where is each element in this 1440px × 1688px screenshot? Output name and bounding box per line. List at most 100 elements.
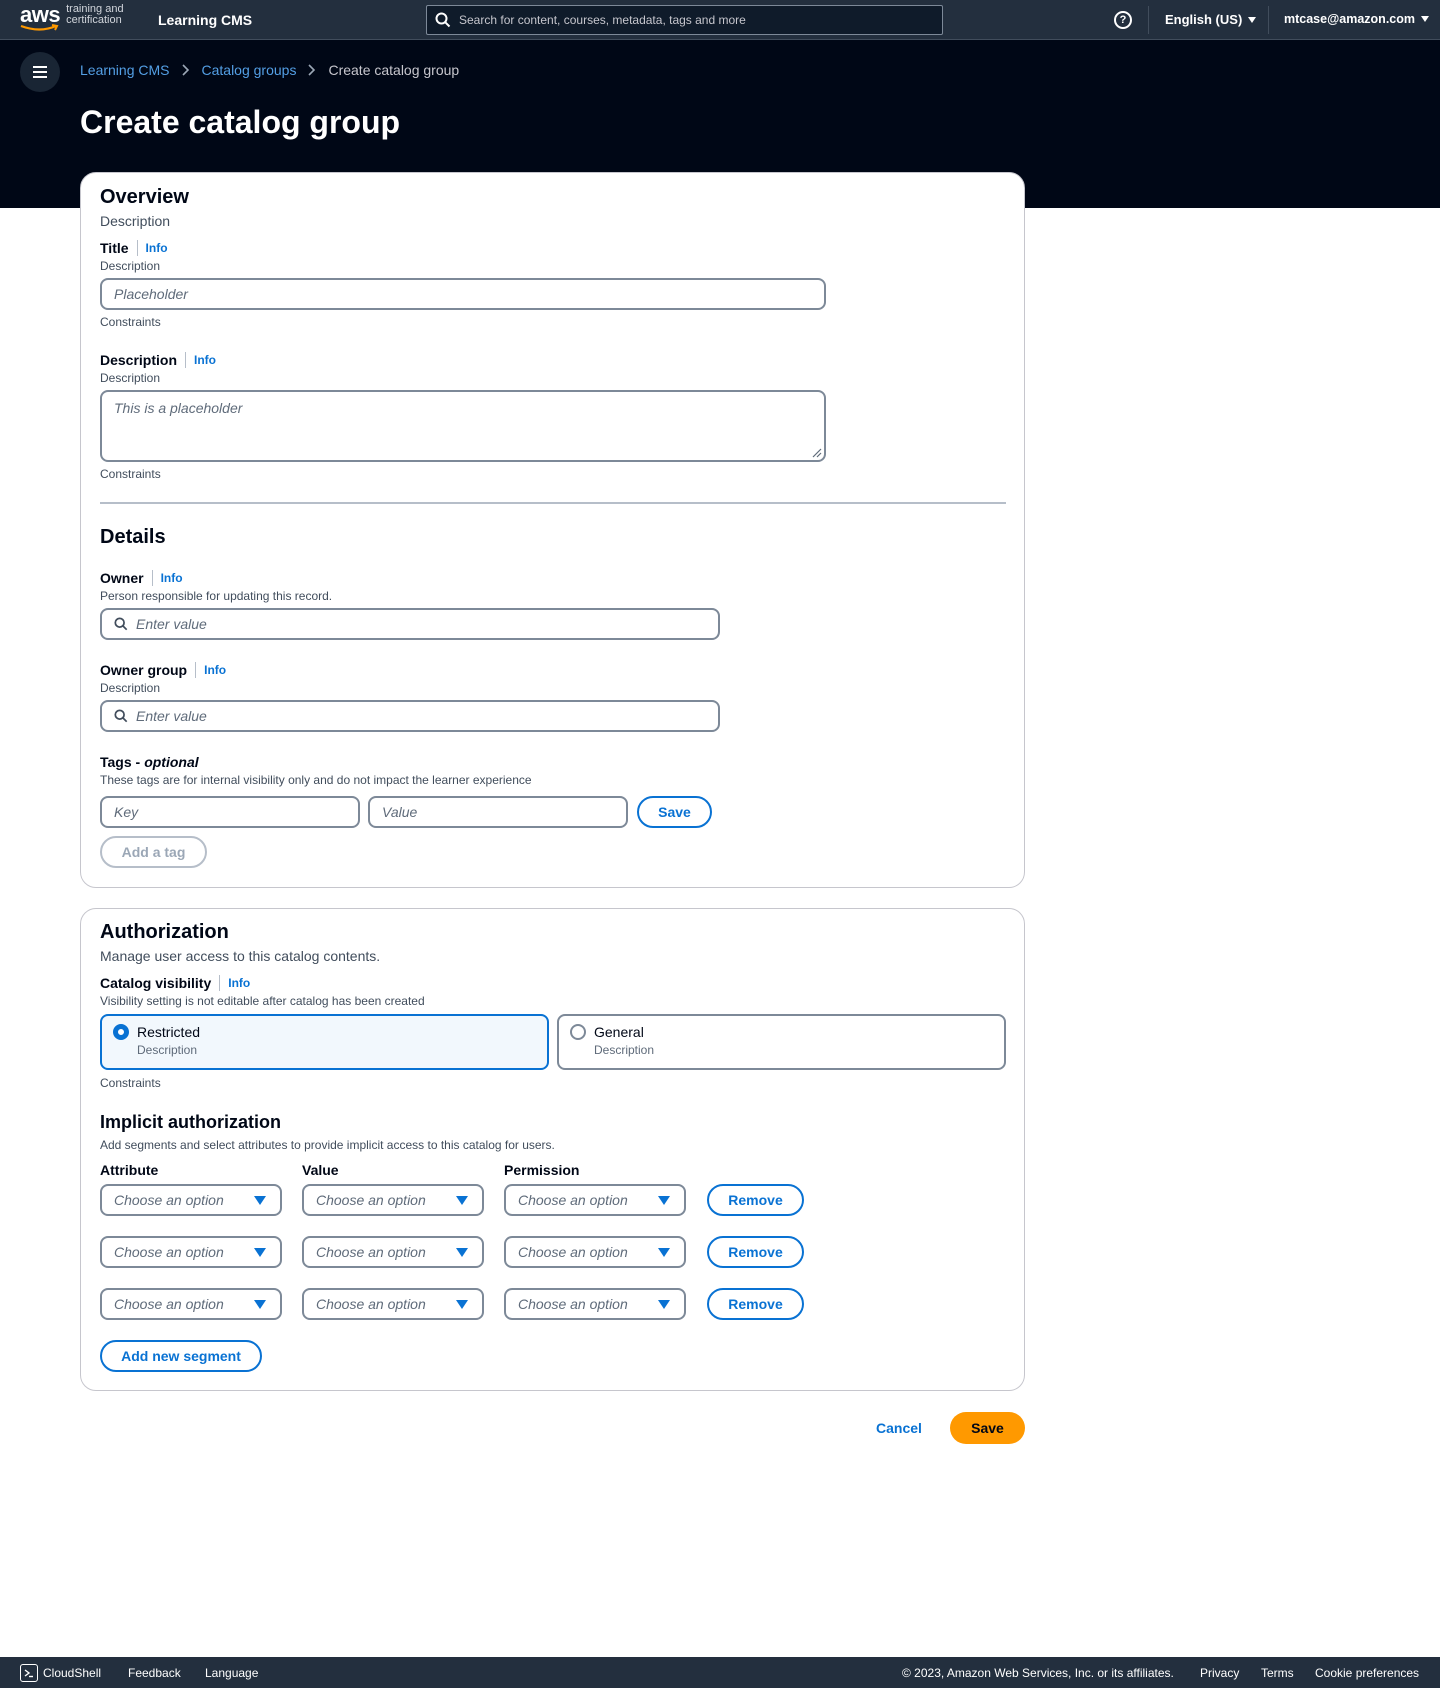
value-select[interactable]: Choose an option: [302, 1236, 484, 1268]
search-icon: [435, 12, 451, 28]
breadcrumb-current: Create catalog group: [328, 62, 460, 78]
search-input[interactable]: [459, 13, 899, 27]
section-divider: [100, 502, 1006, 504]
overview-heading: Overview: [100, 186, 189, 208]
chevron-right-icon: [308, 64, 316, 76]
owner-search-field[interactable]: [100, 608, 720, 640]
add-tag-button[interactable]: Add a tag: [100, 836, 207, 868]
authorization-heading: Authorization: [100, 921, 229, 943]
page-title: Create catalog group: [80, 104, 401, 140]
catalog-visibility-description: Visibility setting is not editable after…: [100, 994, 425, 1008]
user-menu[interactable]: mtcase@amazon.com: [1284, 12, 1429, 26]
permission-select[interactable]: Choose an option: [504, 1288, 686, 1320]
description-info-link[interactable]: Info: [185, 352, 216, 368]
description-field[interactable]: [100, 390, 826, 462]
owner-description: Person responsible for updating this rec…: [100, 589, 333, 603]
copyright-text: © 2023, Amazon Web Services, Inc. or its…: [902, 1666, 1174, 1680]
breadcrumb-link-catalog-groups[interactable]: Catalog groups: [202, 62, 297, 78]
caret-down-icon: [658, 1300, 670, 1309]
caret-down-icon: [1248, 16, 1257, 23]
title-field[interactable]: [100, 278, 826, 310]
tags-description: These tags are for internal visibility o…: [100, 773, 532, 787]
add-new-segment-button[interactable]: Add new segment: [100, 1340, 262, 1372]
implicit-authorization-description: Add segments and select attributes to pr…: [100, 1138, 555, 1152]
language-label: English (US): [1165, 12, 1243, 27]
remove-segment-button[interactable]: Remove: [707, 1236, 804, 1268]
value-select[interactable]: Choose an option: [302, 1288, 484, 1320]
owner-group-info-link[interactable]: Info: [195, 662, 226, 678]
tag-key-field[interactable]: [100, 796, 360, 828]
remove-segment-button[interactable]: Remove: [707, 1184, 804, 1216]
privacy-link[interactable]: Privacy: [1200, 1666, 1239, 1680]
nav-divider: [1148, 6, 1149, 34]
cookie-preferences-link[interactable]: Cookie preferences: [1315, 1666, 1419, 1680]
value-select[interactable]: Choose an option: [302, 1184, 484, 1216]
aws-smile-icon: [20, 24, 59, 31]
terms-link[interactable]: Terms: [1261, 1666, 1294, 1680]
description-label: Description Info: [100, 352, 216, 368]
top-navigation: aws training and certification Learning …: [0, 0, 1440, 40]
resize-handle-icon[interactable]: [812, 448, 822, 458]
general-label: General: [594, 1024, 644, 1040]
attribute-select[interactable]: Choose an option: [100, 1184, 282, 1216]
caret-down-icon: [658, 1248, 670, 1257]
breadcrumb-link-learning-cms[interactable]: Learning CMS: [80, 62, 170, 78]
authorization-container: Authorization Manage user access to this…: [80, 908, 1025, 1391]
cloudshell-icon[interactable]: [20, 1664, 38, 1682]
search-icon: [114, 709, 128, 723]
remove-segment-button[interactable]: Remove: [707, 1288, 804, 1320]
nav-divider: [1268, 6, 1269, 34]
description-label-text: Description: [100, 352, 178, 368]
owner-label: Owner Info: [100, 570, 183, 586]
column-attribute: Attribute: [100, 1162, 159, 1178]
app-name[interactable]: Learning CMS: [158, 12, 252, 28]
title-info-link[interactable]: Info: [136, 240, 168, 256]
catalog-visibility-info-link[interactable]: Info: [219, 975, 250, 991]
cancel-button[interactable]: Cancel: [864, 1412, 934, 1444]
permission-select[interactable]: Choose an option: [504, 1236, 686, 1268]
permission-select[interactable]: Choose an option: [504, 1184, 686, 1216]
visibility-tile-restricted[interactable]: Restricted Description: [100, 1014, 549, 1070]
owner-group-label-text: Owner group: [100, 662, 188, 678]
language-menu[interactable]: English (US): [1165, 12, 1257, 27]
caret-down-icon: [456, 1300, 468, 1309]
caret-down-icon: [456, 1248, 468, 1257]
tag-value-field[interactable]: [368, 796, 628, 828]
description-help: Description: [100, 371, 161, 385]
language-link[interactable]: Language: [205, 1666, 258, 1680]
title-label-text: Title: [100, 240, 129, 256]
tag-key-input[interactable]: [114, 804, 358, 820]
radio-restricted[interactable]: [113, 1024, 129, 1040]
console-footer: CloudShell Feedback Language © 2023, Ama…: [0, 1657, 1440, 1688]
visibility-tile-general[interactable]: General Description: [557, 1014, 1006, 1070]
cloudshell-link[interactable]: CloudShell: [43, 1666, 101, 1680]
column-permission: Permission: [504, 1162, 580, 1178]
tag-value-input[interactable]: [382, 804, 626, 820]
attribute-select[interactable]: Choose an option: [100, 1288, 282, 1320]
owner-info-link[interactable]: Info: [151, 570, 183, 586]
save-button[interactable]: Save: [950, 1412, 1025, 1444]
menu-icon[interactable]: [20, 52, 60, 92]
visibility-constraint: Constraints: [100, 1076, 161, 1090]
catalog-visibility-label: Catalog visibility Info: [100, 975, 250, 991]
owner-input[interactable]: [136, 616, 718, 632]
help-icon[interactable]: ?: [1114, 11, 1132, 29]
caret-down-icon: [658, 1196, 670, 1205]
description-textarea[interactable]: [114, 400, 824, 432]
attribute-select[interactable]: Choose an option: [100, 1236, 282, 1268]
aws-logo[interactable]: aws training and certification: [20, 3, 124, 31]
column-value: Value: [302, 1162, 339, 1178]
logo-subtitle: training and certification: [66, 3, 124, 26]
tag-save-button[interactable]: Save: [637, 796, 712, 828]
radio-general[interactable]: [570, 1024, 586, 1040]
breadcrumb: Learning CMS Catalog groups Create catal…: [80, 62, 459, 78]
chevron-right-icon: [181, 64, 190, 76]
owner-group-search-field[interactable]: [100, 700, 720, 732]
title-input[interactable]: [114, 286, 824, 302]
feedback-link[interactable]: Feedback: [128, 1666, 181, 1680]
title-constraint: Constraints: [100, 315, 161, 329]
global-search[interactable]: [426, 5, 943, 35]
aws-logo-text: aws: [20, 4, 61, 31]
caret-down-icon: [254, 1196, 266, 1205]
owner-group-input[interactable]: [136, 708, 718, 724]
